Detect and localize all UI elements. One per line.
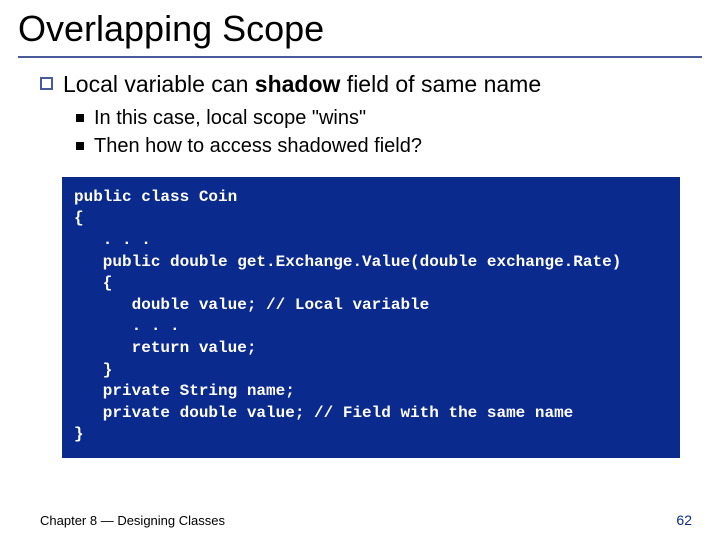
footer-chapter: Chapter 8 — Designing Classes [40,513,225,528]
text-post: field of same name [340,71,541,97]
slide-footer: Chapter 8 — Designing Classes 62 [40,512,692,528]
slide-content: Local variable can shadow field of same … [18,70,702,458]
bullet-level2: In this case, local scope "wins" [76,105,702,131]
dot-bullet-icon [76,142,84,150]
bullet-level2: Then how to access shadowed field? [76,133,702,159]
page-number: 62 [676,512,692,528]
slide-title: Overlapping Scope [18,8,702,58]
square-bullet-icon [40,77,53,90]
slide: Overlapping Scope Local variable can sha… [0,0,720,540]
level2-text: Then how to access shadowed field? [94,133,422,159]
text-bold: shadow [255,71,341,97]
text-pre: Local variable can [63,71,255,97]
code-block: public class Coin { . . . public double … [62,177,680,458]
dot-bullet-icon [76,114,84,122]
bullet-level1: Local variable can shadow field of same … [40,70,702,99]
level2-text: In this case, local scope "wins" [94,105,366,131]
level2-list: In this case, local scope "wins" Then ho… [40,105,702,159]
level1-text: Local variable can shadow field of same … [63,70,541,99]
